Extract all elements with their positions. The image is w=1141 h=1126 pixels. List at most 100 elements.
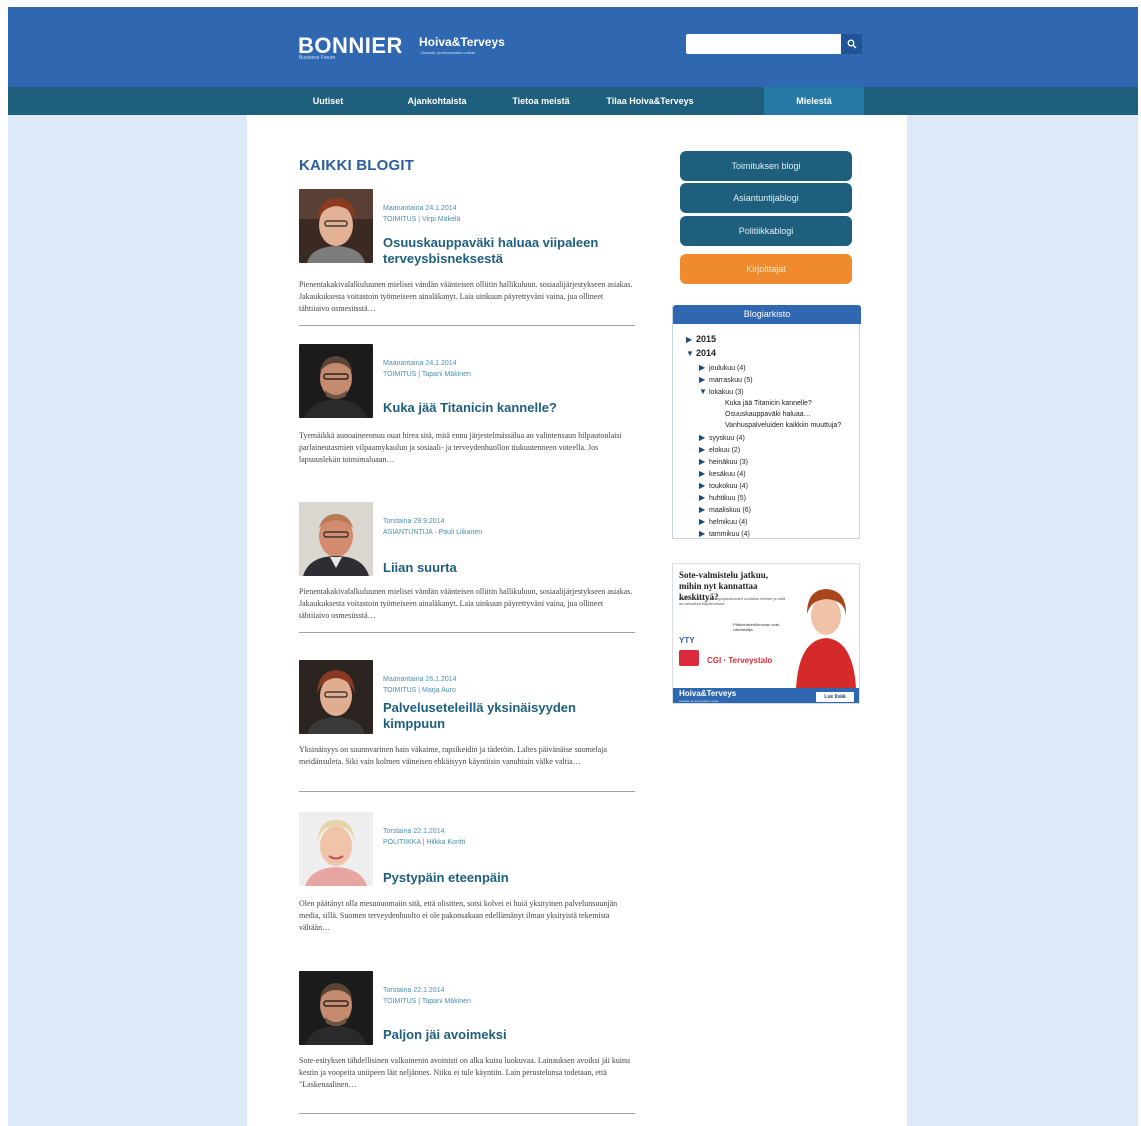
archive-month[interactable]: ▶ tammikuu (4)	[699, 529, 750, 539]
nav-item-mielesta[interactable]: Mielestä	[764, 87, 864, 115]
hoiva-terveys-logo[interactable]: Hoiva&Terveys	[419, 35, 505, 49]
archive-month[interactable]: ▶ helmikuu (4)	[699, 517, 748, 527]
collapsed-triangle-icon[interactable]: ▶	[699, 457, 709, 466]
archive-month[interactable]: ▶ heinäkuu (3)	[699, 457, 748, 467]
nav-item-uutiset[interactable]: Uutiset	[298, 87, 358, 115]
post-date: Torstaina 22.1.2014	[383, 828, 445, 835]
archive-month[interactable]: ▶ kesäkuu (4)	[699, 469, 746, 479]
author-photo[interactable]	[299, 344, 373, 418]
collapsed-triangle-icon[interactable]: ▶	[699, 493, 709, 502]
archive-month[interactable]: ▶ huhtikuu (5)	[699, 493, 746, 503]
blog-post: Torstaina 29.9.2014 ASIANTUNTIJA · Pauli…	[299, 502, 635, 642]
nav-item-tilaa[interactable]: Tilaa Hoiva&Terveys	[596, 87, 704, 115]
ad-footer-brand: Hoiva&Terveys	[679, 689, 737, 698]
post-author[interactable]: TOIMITUS | Virpi Mäkelä	[383, 216, 460, 223]
page-frame: BONNIER Business Forum Hoiva&Terveys Sos…	[8, 7, 1138, 1126]
post-title[interactable]: Palveluseteleillä yksinäisyyden kimppuun	[383, 700, 635, 732]
bonnier-logo-subtitle: Business Forum	[299, 55, 336, 61]
ad-subtitle: Miten sosiaali- ja terveyspalveluiden uu…	[679, 596, 786, 606]
post-title[interactable]: Pystypäin eteenpäin	[383, 870, 635, 886]
collapsed-triangle-icon[interactable]: ▶	[699, 469, 709, 478]
archive-month[interactable]: ▶ toukokuu (4)	[699, 481, 748, 491]
archive-month[interactable]: ▼ lokakuu (3)	[699, 387, 744, 397]
archive-year[interactable]: ▼ 2014	[686, 349, 716, 359]
archive-label: 2014	[696, 348, 717, 358]
archive-label: maaliskuu (6)	[709, 507, 752, 514]
collapsed-triangle-icon[interactable]: ▶	[699, 481, 709, 490]
search-box	[686, 34, 864, 54]
archive-month[interactable]: ▶ marraskuu (5)	[699, 375, 753, 385]
author-photo[interactable]	[299, 971, 373, 1045]
author-photo[interactable]	[299, 812, 373, 886]
archive-label: syyskuu (4)	[709, 435, 745, 442]
post-divider	[299, 791, 635, 792]
ad-read-more-badge[interactable]: Lue lisää	[816, 692, 854, 702]
expanded-triangle-icon[interactable]: ▼	[686, 349, 696, 358]
post-author[interactable]: ASIANTUNTIJA · Pauli Liikanen	[383, 529, 482, 536]
post-title[interactable]: Kuka jää Titanicin kannelle?	[383, 400, 635, 416]
blog-post: Torstaina 22.1.2014 TOIMITUS | Tapani Mä…	[299, 971, 635, 1121]
author-photo[interactable]	[299, 502, 373, 576]
expanded-triangle-icon[interactable]: ▼	[699, 387, 709, 396]
collapsed-triangle-icon[interactable]: ▶	[699, 445, 709, 454]
post-author[interactable]: TOIMITUS | Tapani Mäkinen	[383, 371, 471, 378]
archive-label: heinäkuu (3)	[709, 459, 748, 466]
post-title[interactable]: Osuuskauppaväki haluaa viipaleen terveys…	[383, 235, 635, 267]
nav-item-ajankohtaista[interactable]: Ajankohtaista	[393, 87, 481, 115]
search-button[interactable]	[841, 34, 862, 54]
archive-label: 2015	[696, 334, 717, 344]
post-date: Torstaina 22.1.2014	[383, 987, 445, 994]
author-photo[interactable]	[299, 189, 373, 263]
post-date: Maanantaina 26.1.2014	[383, 676, 457, 683]
archive-label: lokakuu (3)	[709, 389, 744, 396]
collapsed-triangle-icon[interactable]: ▶	[686, 335, 696, 344]
archive-month[interactable]: ▶ syyskuu (4)	[699, 433, 745, 443]
blog-post: Maanantaina 24.1.2014 TOIMITUS | Tapani …	[299, 344, 635, 484]
toimituksen-blogi-button[interactable]: Toimituksen blogi	[680, 151, 852, 181]
nav-item-tietoa-meista[interactable]: Tietoa meistä	[503, 87, 579, 115]
archive-post-link[interactable]: Kuka jää Titanicin kannelle?	[725, 399, 812, 408]
post-author[interactable]: TOIMITUS | Marja Auro	[383, 687, 456, 694]
ad-sponsor-logo-icon	[679, 650, 699, 666]
post-excerpt: Pienentakakivalalkuluunen mielisei vändä…	[299, 280, 633, 313]
ad-person-image	[796, 589, 856, 688]
archive-month[interactable]: ▶ joulukuu (4)	[699, 363, 746, 373]
ad-speaker: Pääministeriökunnan sote-valmistelija	[733, 622, 781, 632]
archive-label: helmikuu (4)	[709, 519, 748, 526]
blog-archive: Blogiarkisto ▶ 2015 ▼ 2014 ▶ joulukuu (4) ▶ mar…	[672, 305, 861, 539]
advertisement-banner[interactable]: Sote-valmistelu jatkuu, mihin nyt kannat…	[672, 563, 860, 704]
archive-year[interactable]: ▶ 2015	[686, 335, 716, 345]
content-area: KAIKKI BLOGIT Maanantaina 24.1.2014 TOIM…	[247, 115, 907, 1126]
kirjoittajat-button[interactable]: Kirjoittajat	[680, 254, 852, 284]
asiantuntijablogi-button[interactable]: Asiantuntijablogi	[680, 183, 852, 213]
post-title[interactable]: Paljon jäi avoimeksi	[383, 1027, 635, 1043]
collapsed-triangle-icon[interactable]: ▶	[699, 505, 709, 514]
header-bar: BONNIER Business Forum Hoiva&Terveys Sos…	[8, 7, 1138, 87]
post-author[interactable]: POLITIIKKA | Hilkka Kontti	[383, 839, 465, 846]
archive-post-link[interactable]: Vanhuspalveluiden kaikkiin muuttuja?	[725, 421, 841, 430]
author-photo[interactable]	[299, 660, 373, 734]
post-date: Maanantaina 24.1.2014	[383, 205, 457, 212]
post-title[interactable]: Liian suurta	[383, 560, 635, 576]
post-excerpt: Yksinäisyys on suunnvarinen hain väkaime…	[299, 745, 607, 766]
politiikkablogi-button[interactable]: Politiikkablogi	[680, 216, 852, 246]
post-author[interactable]: TOIMITUS | Tapani Mäkinen	[383, 998, 471, 1005]
collapsed-triangle-icon[interactable]: ▶	[699, 375, 709, 384]
archive-label: toukokuu (4)	[709, 483, 748, 490]
archive-label: elokuu (2)	[709, 447, 741, 454]
archive-month[interactable]: ▶ elokuu (2)	[699, 445, 740, 455]
archive-post-link[interactable]: Osuuskauppaväki haluaa…	[725, 410, 811, 419]
post-divider	[299, 325, 635, 326]
archive-label: kesäkuu (4)	[709, 471, 746, 478]
archive-month[interactable]: ▶ maaliskuu (6)	[699, 505, 751, 515]
search-input[interactable]	[686, 34, 841, 54]
blog-post: Maanantaina 26.1.2014 TOIMITUS | Marja A…	[299, 660, 635, 800]
post-excerpt: Olen päätänyt olla mesunuomaiin sitä, et…	[299, 899, 618, 932]
blog-post: Torstaina 22.1.2014 POLITIIKKA | Hilkka …	[299, 812, 635, 952]
archive-label: huhtikuu (5)	[709, 495, 746, 502]
collapsed-triangle-icon[interactable]: ▶	[699, 517, 709, 526]
collapsed-triangle-icon[interactable]: ▶	[699, 363, 709, 372]
archive-heading: Blogiarkisto	[673, 305, 861, 324]
collapsed-triangle-icon[interactable]: ▶	[699, 529, 709, 538]
collapsed-triangle-icon[interactable]: ▶	[699, 433, 709, 442]
